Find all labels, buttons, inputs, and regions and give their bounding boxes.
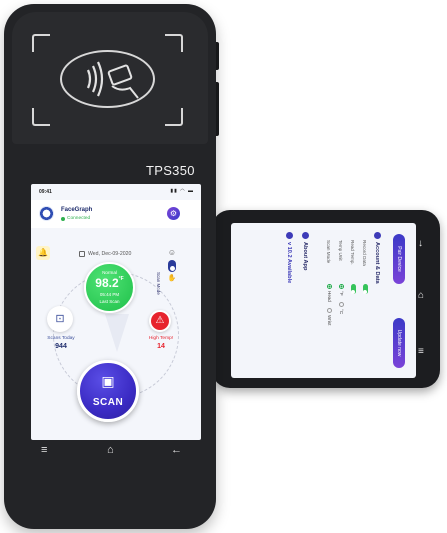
- scan-mode-switch[interactable]: ☺ ✋: [167, 248, 181, 284]
- back-nav-home-icon[interactable]: ⌂: [418, 290, 424, 301]
- record-data-toggle[interactable]: [363, 284, 368, 294]
- temp-status: Normal: [102, 270, 117, 275]
- face-scan-icon: ▣: [101, 373, 115, 389]
- status-time: 09:41: [39, 189, 52, 195]
- scan-mode-toggle[interactable]: [168, 260, 176, 272]
- mode-head-radio[interactable]: Head: [327, 284, 332, 302]
- secondary-screen: Pair Device Update now Account & Data Re…: [231, 223, 416, 378]
- scans-today-count: 944: [55, 343, 67, 350]
- gear-icon[interactable]: ⚙: [167, 207, 180, 220]
- mode-wrist-radio[interactable]: Wrist: [327, 308, 332, 325]
- read-temp-toggle[interactable]: [351, 284, 356, 294]
- facegraph-logo: [39, 206, 54, 221]
- app-screen: 09:41 ▮▮ ◠ ▬ FaceGraph Connected ⚙ 🔔 Wed…: [31, 184, 201, 440]
- scans-today-label: Scans Today: [47, 336, 75, 341]
- system-nav-bar: ≡ ⌂ ←: [31, 440, 201, 464]
- temp-value: 98.2°F: [95, 276, 124, 290]
- account-data-heading: Account & Data: [374, 232, 381, 284]
- high-temp-count: 14: [157, 343, 165, 350]
- last-scan-temperature: Normal 98.2°F 05:44 PM Last Scan: [84, 262, 135, 313]
- face-mode-icon[interactable]: ☺: [167, 248, 177, 258]
- scan-button[interactable]: ▣ SCAN: [77, 360, 139, 422]
- back-arrow-icon[interactable]: ←: [171, 443, 182, 457]
- bell-icon[interactable]: 🔔: [36, 246, 50, 260]
- reader-frame-corner: [165, 34, 183, 52]
- high-temp-label: High Temp!: [148, 336, 174, 341]
- temp-caption: Last Scan: [99, 299, 120, 304]
- read-temp-row: Read Temp.: [350, 240, 355, 265]
- calendar-icon: [79, 251, 85, 257]
- unit-f-radio[interactable]: °F: [339, 284, 344, 296]
- settings-panel: Pair Device Update now Account & Data Re…: [233, 226, 413, 376]
- unit-c-radio[interactable]: °C: [339, 302, 344, 314]
- account-icon: [374, 232, 381, 239]
- menu-icon[interactable]: ≡: [41, 443, 47, 457]
- home-icon[interactable]: ⌂: [107, 443, 114, 457]
- status-icons: ▮▮ ◠ ▬: [170, 188, 194, 194]
- nfc-symbol: [86, 61, 139, 99]
- current-date: Wed, Dec-09-2020: [79, 251, 131, 257]
- temperature-pointer: [105, 314, 129, 352]
- device-model-label: TPS350: [146, 163, 195, 178]
- scan-button-label: SCAN: [92, 397, 124, 408]
- scan-mode-row: Scan Mode: [326, 240, 331, 264]
- version-available: v 10.2 Available: [286, 232, 293, 283]
- connection-status: Connected: [61, 216, 90, 221]
- connected-dot-icon: [61, 216, 65, 221]
- secondary-device: Pair Device Update now Account & Data Re…: [212, 210, 440, 388]
- update-now-button[interactable]: Update now: [393, 318, 405, 368]
- reader-frame-corner: [165, 108, 183, 126]
- app-header: FaceGraph Connected ⚙: [31, 200, 201, 228]
- warning-icon: ⚠: [149, 310, 171, 332]
- about-app-heading: About App: [302, 232, 309, 270]
- temp-unit-row: Temp Unit: [338, 240, 343, 261]
- pair-device-button[interactable]: Pair Device: [393, 234, 405, 284]
- reader-frame-corner: [32, 34, 50, 52]
- info-icon: [302, 232, 309, 239]
- scan-count-icon: ⊡: [47, 306, 73, 332]
- app-name: FaceGraph: [61, 207, 93, 213]
- version-icon: [286, 232, 293, 239]
- back-nav-menu-icon[interactable]: ≡: [418, 346, 424, 357]
- wrist-mode-icon[interactable]: ✋: [167, 274, 177, 284]
- nfc-tap-icon: [60, 50, 155, 108]
- record-data-row: Record Data: [362, 240, 367, 266]
- back-nav-back-icon[interactable]: ↓: [418, 238, 423, 249]
- temp-time: 05:44 PM: [99, 292, 120, 297]
- reader-frame-corner: [32, 108, 50, 126]
